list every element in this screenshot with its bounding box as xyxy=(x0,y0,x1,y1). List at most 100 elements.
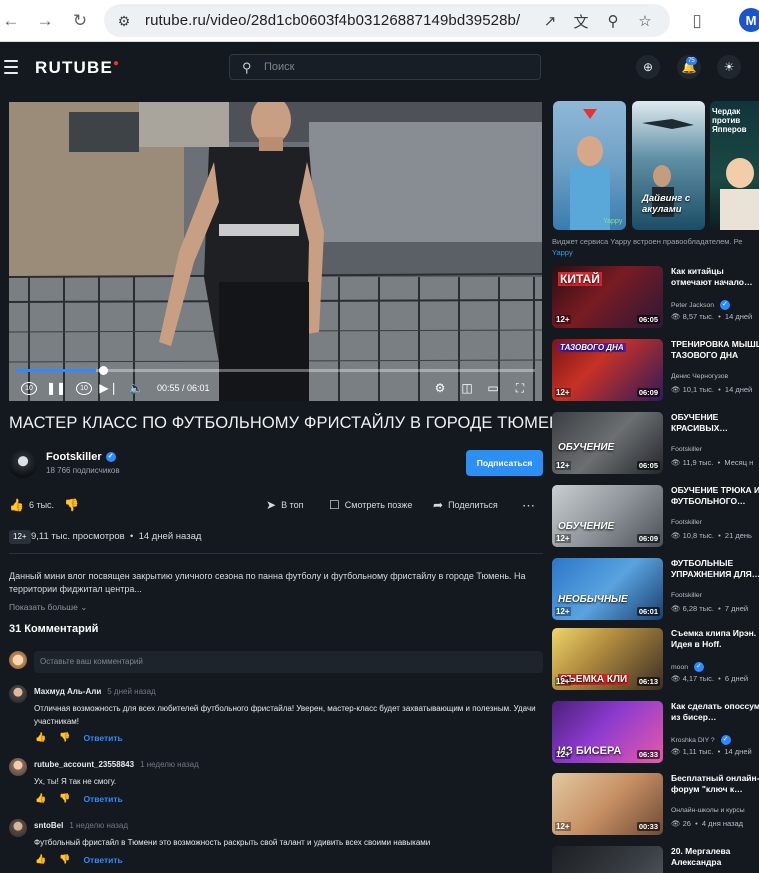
recommendation-title[interactable]: ТРЕНИРОВКА МЫШЦ ТАЗОВОГО ДНА xyxy=(671,339,759,360)
recommendation-channel[interactable]: moon ✓ xyxy=(671,662,704,672)
reload-icon[interactable]: ↻ xyxy=(65,6,95,36)
recommendation-channel[interactable]: Footskiller xyxy=(671,446,702,453)
recommendation-card[interactable]: ТАЗОВОГО ДНА 12+ 06:09 ТРЕНИРОВКА МЫШЦ Т… xyxy=(552,339,759,403)
thumbs-down-icon[interactable]: 👎 xyxy=(59,732,70,743)
extensions-icon[interactable]: ▯ xyxy=(682,6,712,36)
recommendation-card[interactable]: ОБУЧЕНИЕ 12+ 06:05 ОБУЧЕНИЕ КРАСИВЫХ… Fo… xyxy=(552,412,759,476)
zoom-icon[interactable]: ⚲ xyxy=(602,10,624,32)
thumbs-up-icon[interactable]: 👍 xyxy=(35,793,46,804)
recommendation-thumbnail[interactable]: 12+ 00:33 xyxy=(552,773,663,835)
recommendation-channel[interactable]: Онлайн-школы и курсы xyxy=(671,807,745,814)
recommendation-card[interactable]: КИТАЙ 12+ 06:05 Как китайцы отмечают нач… xyxy=(552,266,759,330)
profile-avatar[interactable]: M xyxy=(739,8,759,32)
bookmark-star-icon[interactable]: ☆ xyxy=(634,10,656,32)
comment-author[interactable]: rutube_account_23558843 1 неделю назад xyxy=(34,760,199,769)
theater-mode-icon[interactable]: ▭ xyxy=(485,380,501,396)
recommendation-channel[interactable]: Peter Jackson ✓ xyxy=(671,300,730,310)
short-card[interactable]: Yappy xyxy=(553,101,626,230)
thumbs-down-icon[interactable]: 👎 xyxy=(59,793,70,804)
recommendation-channel[interactable]: Kroshka DIY ? ✓ xyxy=(671,735,731,745)
channel-name[interactable]: Footskiller ✓ xyxy=(46,451,116,463)
progress-handle[interactable] xyxy=(99,366,108,375)
pip-icon[interactable]: ◫ xyxy=(459,380,475,396)
comment-author[interactable]: sntoBel 1 неделю назад xyxy=(34,821,128,830)
recommendation-title[interactable]: Как сделать опоссума из бисер… xyxy=(671,701,759,722)
translate-icon[interactable]: 文 xyxy=(570,10,592,32)
recommendation-card[interactable]: ОБУЧЕНИЕ 12+ 06:09 ОБУЧЕНИЕ ТРЮКА ИЗ ФУТ… xyxy=(552,485,759,549)
recommendation-thumbnail[interactable]: ТАЗОВОГО ДНА 12+ 06:09 xyxy=(552,339,663,401)
show-more-label: Показать больше xyxy=(9,602,78,612)
thumbs-down-icon[interactable]: 👎 xyxy=(59,854,70,865)
recommendation-thumbnail[interactable] xyxy=(552,846,663,873)
comment-avatar[interactable] xyxy=(9,685,27,703)
url-text[interactable]: rutube.ru/video/28d1cb0603f4b03126887149… xyxy=(145,12,520,29)
reply-button[interactable]: Ответить xyxy=(83,794,122,804)
recommendation-card[interactable]: ИЗ БИСЕРА 12+ 06:33 Как сделать опоссума… xyxy=(552,701,759,765)
recommendation-card[interactable]: НЕОБЫЧНЫЕ 12+ 06:01 ФУТБОЛЬНЫЕ УПРАЖНЕНИ… xyxy=(552,558,759,622)
rocket-icon: ➤ xyxy=(266,498,277,512)
back-icon[interactable]: ← xyxy=(0,6,26,36)
duration-badge: 06:33 xyxy=(636,750,660,759)
channel-avatar[interactable] xyxy=(9,450,37,478)
upload-icon[interactable]: ⊕ xyxy=(636,55,660,79)
short-card[interactable]: Дайвинг с акулами xyxy=(632,101,705,230)
recommendation-thumbnail[interactable]: КИТАЙ 12+ 06:05 xyxy=(552,266,663,328)
dislike-button[interactable]: 👎 xyxy=(64,498,79,512)
short-thumbnail: Yappy xyxy=(570,109,623,230)
forward-icon[interactable]: → xyxy=(30,6,60,36)
forward-10-button[interactable]: 10 xyxy=(76,382,92,395)
recommendation-card[interactable]: 12+ 00:33 Бесплатный онлайн-форум "ключ … xyxy=(552,773,759,837)
more-options-icon[interactable]: ⋯ xyxy=(522,498,535,514)
top-button[interactable]: ➤ В топ xyxy=(266,498,303,512)
rewind-10-button[interactable]: 10 xyxy=(21,382,37,395)
fullscreen-icon[interactable]: ⛶ xyxy=(512,380,528,396)
recommendation-card[interactable]: СЪЕМКА КЛИ 12+ 06:13 Съемка клипа Ирэн. … xyxy=(552,628,759,692)
comment-avatar[interactable] xyxy=(9,819,27,837)
yappy-link[interactable]: Yappy xyxy=(552,248,573,257)
pause-button[interactable]: ❚❚ xyxy=(46,380,66,396)
subscribe-button[interactable]: Подписаться xyxy=(466,450,543,476)
progress-bar[interactable] xyxy=(16,366,535,375)
share-button[interactable]: ➦ Поделиться xyxy=(433,498,498,512)
recommendation-thumbnail[interactable]: ОБУЧЕНИЕ 12+ 06:09 xyxy=(552,485,663,547)
comment-avatar[interactable] xyxy=(9,758,27,776)
short-card[interactable]: Чердак против Япперов xyxy=(710,101,759,230)
recommendation-card[interactable]: 20. Мергалева Александра xyxy=(552,846,759,873)
thumbs-up-icon[interactable]: 👍 xyxy=(35,732,46,743)
recommendation-title[interactable]: Бесплатный онлайн-форум "ключ к… xyxy=(671,773,759,794)
recommendation-title[interactable]: ОБУЧЕНИЕ ТРЮКА ИЗ ФУТБОЛЬНОГО… xyxy=(671,485,759,506)
recommendation-meta: 👁 4,17 тыс. • 6 дней xyxy=(671,674,749,683)
settings-gear-icon[interactable]: ⚙ xyxy=(432,380,448,396)
recommendation-title[interactable]: 20. Мергалева Александра xyxy=(671,846,759,867)
volume-muted-icon[interactable]: 🔈 xyxy=(127,380,145,396)
recommendation-channel[interactable]: Денис Черногузов xyxy=(671,373,728,380)
menu-icon[interactable] xyxy=(4,60,18,78)
watch-later-button[interactable]: ☐ Смотреть позже xyxy=(329,498,412,512)
recommendation-title[interactable]: ОБУЧЕНИЕ КРАСИВЫХ… xyxy=(671,412,759,433)
recommendation-channel[interactable]: Footskiller xyxy=(671,519,702,526)
recommendation-title[interactable]: Съемка клипа Ирэн. Идея в Hoff. xyxy=(671,628,759,649)
recommendation-title[interactable]: ФУТБОЛЬНЫЕ УПРАЖНЕНИЯ ДЛЯ… xyxy=(671,558,759,579)
recommendation-thumbnail[interactable]: ИЗ БИСЕРА 12+ 06:33 xyxy=(552,701,663,763)
like-button[interactable]: 👍 6 тыс. xyxy=(9,498,54,512)
recommendation-title[interactable]: Как китайцы отмечают начало… xyxy=(671,266,759,287)
comment-author[interactable]: Махмуд Аль-Али 5 дней назад xyxy=(34,687,156,696)
recommendation-thumbnail[interactable]: ОБУЧЕНИЕ 12+ 06:05 xyxy=(552,412,663,474)
reply-button[interactable]: Ответить xyxy=(83,855,122,865)
address-bar[interactable]: ⚙ rutube.ru/video/28d1cb0603f4b031268871… xyxy=(104,4,670,37)
recommendation-thumbnail[interactable]: СЪЕМКА КЛИ 12+ 06:13 xyxy=(552,628,663,690)
site-header: RUTUBE● ⚲ Поиск ⊕ 🔔 75 ☀ xyxy=(0,43,759,91)
video-player[interactable]: 10 ❚❚ 10 ▶❘ 🔈 00:55 / 06:01 ⚙ ◫ ▭ ⛶ xyxy=(9,102,542,401)
open-in-app-icon[interactable]: ↗ xyxy=(539,10,561,32)
recommendation-channel[interactable]: Footskiller xyxy=(671,592,702,599)
rutube-logo[interactable]: RUTUBE● xyxy=(35,58,120,78)
next-button[interactable]: ▶❘ xyxy=(99,380,118,396)
reply-button[interactable]: Ответить xyxy=(83,733,122,743)
search-input[interactable]: ⚲ Поиск xyxy=(229,54,541,80)
comment-input[interactable]: Оставьте ваш комментарий xyxy=(34,651,543,673)
show-more-button[interactable]: Показать больше ⌄ xyxy=(9,602,87,613)
thumbs-up-icon[interactable]: 👍 xyxy=(35,854,46,865)
site-info-icon[interactable]: ⚙ xyxy=(114,11,134,31)
recommendation-thumbnail[interactable]: НЕОБЫЧНЫЕ 12+ 06:01 xyxy=(552,558,663,620)
theme-icon[interactable]: ☀ xyxy=(717,55,741,79)
